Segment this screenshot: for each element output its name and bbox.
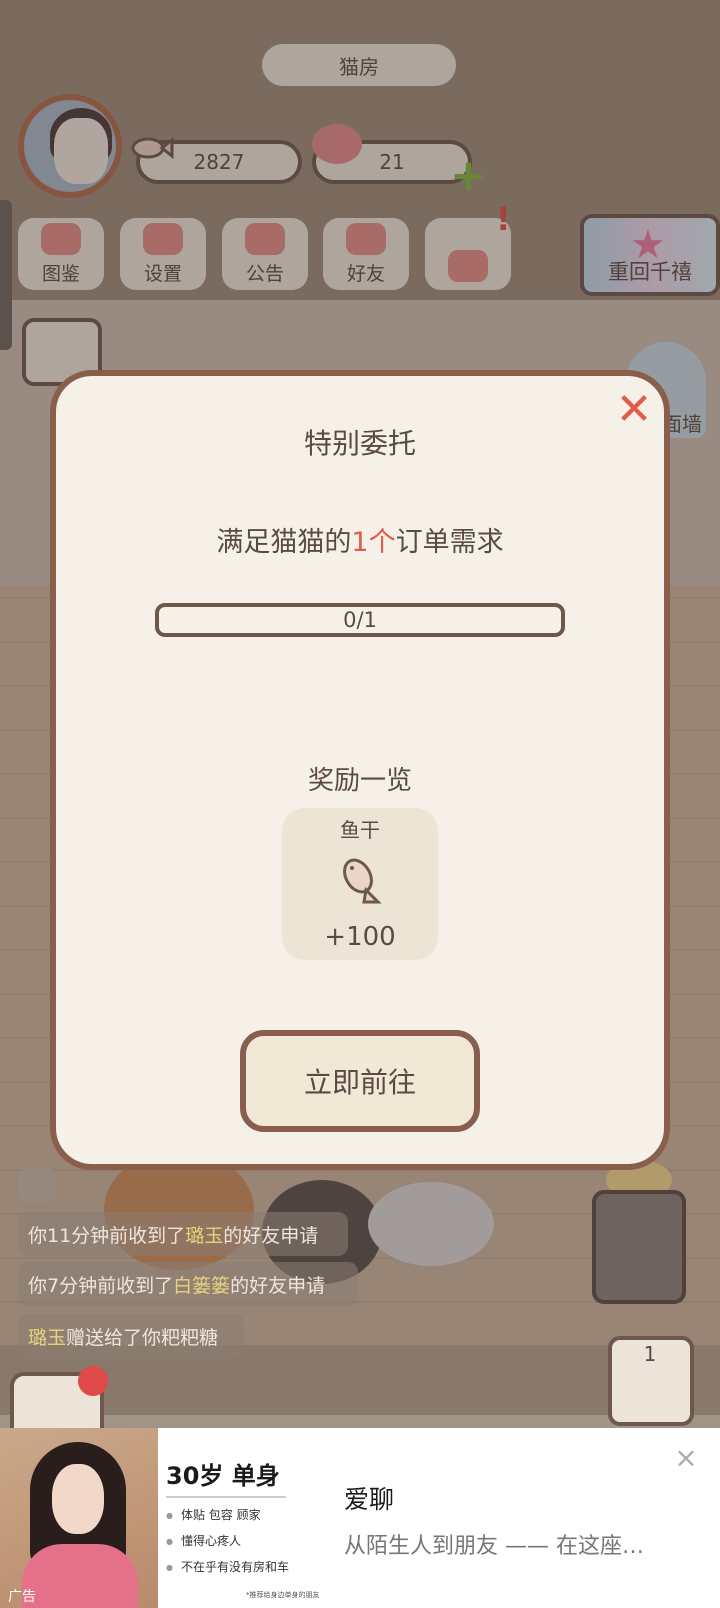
go-now-button[interactable]: 立即前往 (240, 1030, 480, 1132)
red-dot-badge (78, 1366, 108, 1396)
ad-tag: 广告 (8, 1589, 36, 1605)
ad-fine-print: *推荐给身边单身的朋友 (246, 1591, 320, 1599)
notification-item: 你11分钟前收到了 璐玉 的好友申请 (18, 1212, 348, 1256)
fish-icon (336, 852, 384, 908)
order-progress-bar: 0/1 (155, 603, 565, 637)
go-now-label: 立即前往 (303, 1066, 416, 1099)
ad-bullet: 体贴 包容 顾家 (166, 1506, 261, 1523)
ad-photo[interactable] (0, 1428, 158, 1608)
ad-bullet: 懂得心疼人 (166, 1532, 241, 1549)
dialog-title: 特别委托 (303, 427, 416, 460)
ad-slogan: 从陌生人到朋友 —— 在这座… (344, 1534, 644, 1559)
ad-photo-shirt (22, 1544, 138, 1608)
elevator-floor: 1 (643, 1342, 657, 1366)
progress-text: 0/1 (343, 608, 377, 632)
reward-amount: +100 (324, 922, 396, 952)
notification-item: 璐玉 赠送给了你粑粑糖 (18, 1314, 244, 1358)
reward-section-title: 奖励一览 (307, 766, 412, 796)
notification-item: 你7分钟前收到了 白篓篓 的好友申请 (18, 1262, 358, 1306)
ad-photo-face (52, 1464, 104, 1534)
ad-divider (166, 1496, 286, 1498)
dialog-description: 满足猫猫的1个订单需求 (216, 527, 504, 558)
chat-toggle-icon[interactable] (18, 1168, 56, 1202)
ad-bullet: 不在乎有没有房和车 (166, 1558, 289, 1575)
ad-close-icon[interactable]: × (672, 1444, 700, 1472)
ad-headline: 30岁 单身 (166, 1462, 280, 1490)
ad-app-name: 爱聊 (344, 1485, 395, 1514)
reward-name: 鱼干 (340, 818, 380, 842)
